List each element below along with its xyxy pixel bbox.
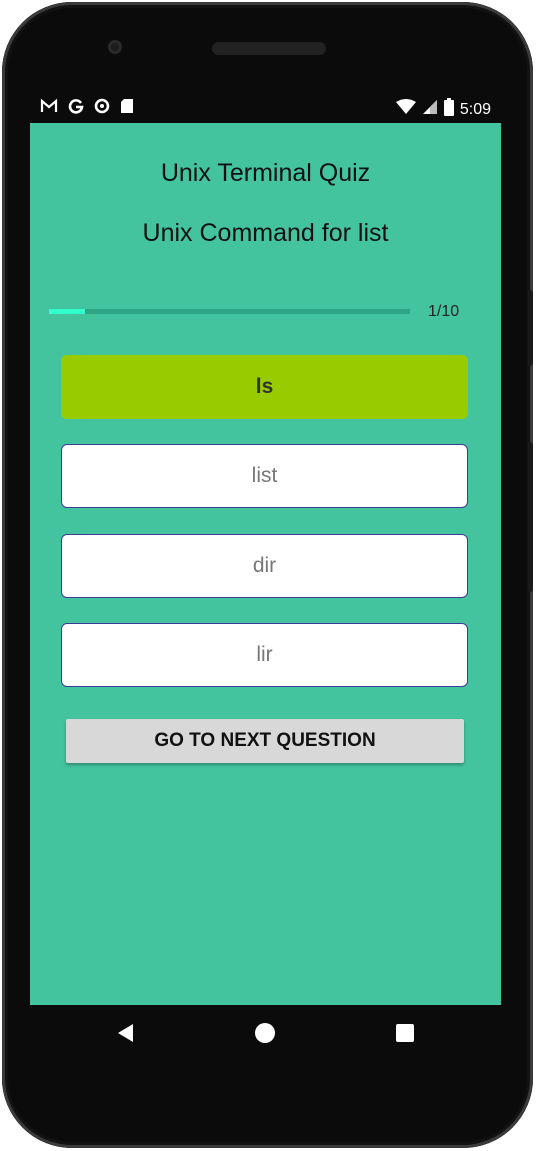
question-text: Unix Command for list — [142, 219, 389, 247]
progress-label: 1/10 — [428, 303, 460, 320]
home-icon[interactable] — [251, 1019, 279, 1047]
back-icon[interactable] — [112, 1019, 140, 1047]
circle-icon — [94, 98, 110, 116]
progress-fill — [49, 309, 86, 314]
volume-button — [528, 442, 533, 592]
option-1-button[interactable]: ls — [61, 355, 468, 419]
recents-icon[interactable] — [391, 1019, 419, 1047]
navigation-bar — [30, 1005, 501, 1061]
google-icon — [68, 98, 84, 116]
front-camera — [108, 40, 122, 54]
battery-icon — [443, 98, 454, 121]
wifi-icon — [395, 99, 416, 120]
sd-card-icon — [120, 98, 134, 116]
notification-icons — [40, 98, 134, 116]
progress-bar — [49, 309, 410, 314]
option-2-button[interactable]: list — [61, 444, 468, 508]
earpiece-speaker — [212, 42, 326, 55]
power-button — [528, 290, 533, 366]
status-bar: 5:09 — [30, 94, 501, 123]
system-icons: 5:09 — [395, 98, 491, 121]
app-screen: Unix Terminal Quiz Unix Command for list… — [30, 123, 501, 1005]
gmail-icon — [40, 98, 58, 116]
next-question-button[interactable]: GO TO NEXT QUESTION — [66, 719, 464, 763]
signal-icon — [422, 99, 438, 120]
option-4-button[interactable]: lir — [61, 623, 468, 687]
option-3-button[interactable]: dir — [61, 534, 468, 598]
clock: 5:09 — [459, 100, 491, 118]
app-title: Unix Terminal Quiz — [160, 159, 371, 187]
